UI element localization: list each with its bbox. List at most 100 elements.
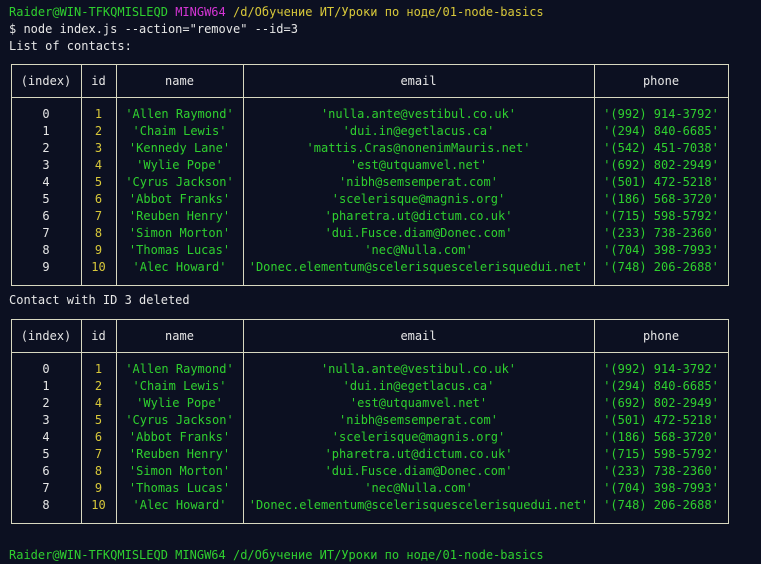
table-cell: '(233) 738-2360'	[603, 226, 719, 240]
table-border	[11, 352, 729, 353]
table-cell: 2	[42, 396, 50, 410]
table-cell: 1	[42, 124, 50, 138]
command-line[interactable]: $ node index.js --action="remove" --id=3	[9, 21, 298, 38]
table-cell: 'scelerisque@magnis.org'	[331, 430, 506, 444]
table-cell: 'dui.Fusce.diam@Donec.com'	[324, 464, 513, 478]
table-cell: 'est@utquamvel.net'	[349, 396, 488, 410]
table-cell: '(992) 914-3792'	[603, 362, 719, 376]
table-cell: 7	[94, 209, 103, 223]
table-cell: 'dui.Fusce.diam@Donec.com'	[324, 226, 513, 240]
table-cell: '(748) 206-2688'	[603, 498, 719, 512]
table-cell: 2	[94, 124, 103, 138]
table-cell: 1	[42, 379, 50, 393]
table-cell: '(692) 802-2949'	[603, 396, 719, 410]
table-cell: 'nec@Nulla.com'	[364, 481, 473, 495]
table-cell: 'Reuben Henry'	[128, 447, 231, 461]
table-cell: 'Allen Raymond'	[125, 362, 234, 376]
table-cell: '(715) 598-5792'	[603, 447, 719, 461]
table-cell: 'pharetra.ut@dictum.co.uk'	[324, 447, 513, 461]
table-cell: 4	[94, 396, 103, 410]
table-cell: 4	[42, 430, 50, 444]
shell-prompt: Raider@WIN-TFKQMISLEQD MINGW64 /d/Обучен…	[9, 4, 544, 21]
table-cell: '(501) 472-5218'	[603, 413, 719, 427]
table-cell: 7	[42, 226, 50, 240]
table-cell: 6	[42, 209, 50, 223]
table-cell: 7	[42, 481, 50, 495]
column-header: (index)	[20, 74, 72, 88]
table-cell: '(692) 802-2949'	[603, 158, 719, 172]
table-cell: 0	[42, 107, 50, 121]
table-cell: 'est@utquamvel.net'	[349, 158, 488, 172]
table-cell: 'Donec.elementum@scelerisquescelerisqued…	[248, 498, 589, 512]
contacts-table-before: (index) id name email phone 0 1 'Allen Raymond'…	[11, 64, 729, 286]
table-cell: 'Simon Morton'	[128, 464, 231, 478]
prompt-shell: MINGW64	[175, 5, 226, 19]
trailing-prompt: Raider@WIN-TFKQMISLEQD MINGW64 /d/Обучен…	[9, 547, 544, 564]
table-cell: 'nibh@semsemperat.com'	[339, 413, 498, 427]
deleted-message: Contact with ID 3 deleted	[9, 293, 190, 307]
table-cell: '(294) 840-6685'	[603, 379, 719, 393]
table-cell: 5	[94, 413, 103, 427]
table-cell: 'mattis.Cras@nonenimMauris.net'	[306, 141, 531, 155]
table-cell: 'Allen Raymond'	[125, 107, 234, 121]
table-border	[728, 319, 729, 523]
table-cell: 1	[94, 107, 103, 121]
table-cell: '(186) 568-3720'	[603, 192, 719, 206]
table-cell: 'nulla.ante@vestibul.co.uk'	[320, 107, 517, 121]
table-cell: '(715) 598-5792'	[603, 209, 719, 223]
table-cell: 5	[42, 447, 50, 461]
table-cell: 5	[42, 192, 50, 206]
column-header: name	[165, 329, 194, 343]
table-cell: 'dui.in@egetlacus.ca'	[342, 124, 495, 138]
table-cell: '(186) 568-3720'	[603, 430, 719, 444]
table-cell: 8	[42, 243, 50, 257]
table-cell: 8	[42, 498, 50, 512]
table-cell: '(704) 398-7993'	[603, 481, 719, 495]
table-cell: '(704) 398-7993'	[603, 243, 719, 257]
table-cell: 'Alec Howard'	[132, 498, 227, 512]
contacts-table-after: (index) id name email phone 0 1 'Allen Raymond'…	[11, 319, 729, 524]
table-cell: 'Kennedy Lane'	[128, 141, 231, 155]
table-cell: 'Donec.elementum@scelerisquescelerisqued…	[248, 260, 589, 274]
table-cell: 9	[94, 481, 103, 495]
table-cell: '(542) 451-7038'	[603, 141, 719, 155]
column-header: email	[400, 329, 437, 343]
table-cell: '(992) 914-3792'	[603, 107, 719, 121]
table-cell: 0	[42, 362, 50, 376]
column-header: (index)	[20, 329, 72, 343]
table-border	[11, 523, 729, 524]
table-cell: 'nibh@semsemperat.com'	[339, 175, 498, 189]
table-cell: 8	[94, 226, 103, 240]
table-cell: 'Chaim Lewis'	[132, 124, 227, 138]
table-cell: 'nulla.ante@vestibul.co.uk'	[320, 362, 517, 376]
table-cell: 7	[94, 447, 103, 461]
table-cell: 'Wylie Pope'	[136, 158, 223, 172]
table-cell: '(748) 206-2688'	[603, 260, 719, 274]
table-cell: 2	[94, 379, 103, 393]
table-cell: 'Alec Howard'	[132, 260, 227, 274]
table-cell: 6	[94, 430, 103, 444]
table-cell: 4	[42, 175, 50, 189]
column-header: email	[400, 74, 437, 88]
table-border	[11, 64, 729, 65]
table-cell: 'Abbot Franks'	[128, 192, 231, 206]
table-cell: 'Cyrus Jackson'	[125, 175, 234, 189]
table-cell: '(233) 738-2360'	[603, 464, 719, 478]
table-cell: 8	[94, 464, 103, 478]
list-title: List of contacts:	[9, 39, 132, 53]
table-cell: 6	[94, 192, 103, 206]
table-cell: 9	[42, 260, 50, 274]
table-cell: 'Reuben Henry'	[128, 209, 231, 223]
table-cell: 'Thomas Lucas'	[128, 243, 231, 257]
table-cell: 'nec@Nulla.com'	[364, 243, 473, 257]
table-cell: 'Thomas Lucas'	[128, 481, 231, 495]
table-cell: 6	[42, 464, 50, 478]
table-cell: 'Cyrus Jackson'	[125, 413, 234, 427]
table-cell: 'Abbot Franks'	[128, 430, 231, 444]
table-border	[728, 64, 729, 285]
table-cell: 'dui.in@egetlacus.ca'	[342, 379, 495, 393]
table-border	[11, 319, 729, 320]
table-cell: 'scelerisque@magnis.org'	[331, 192, 506, 206]
table-cell: 10	[91, 498, 106, 512]
table-border	[11, 97, 729, 98]
